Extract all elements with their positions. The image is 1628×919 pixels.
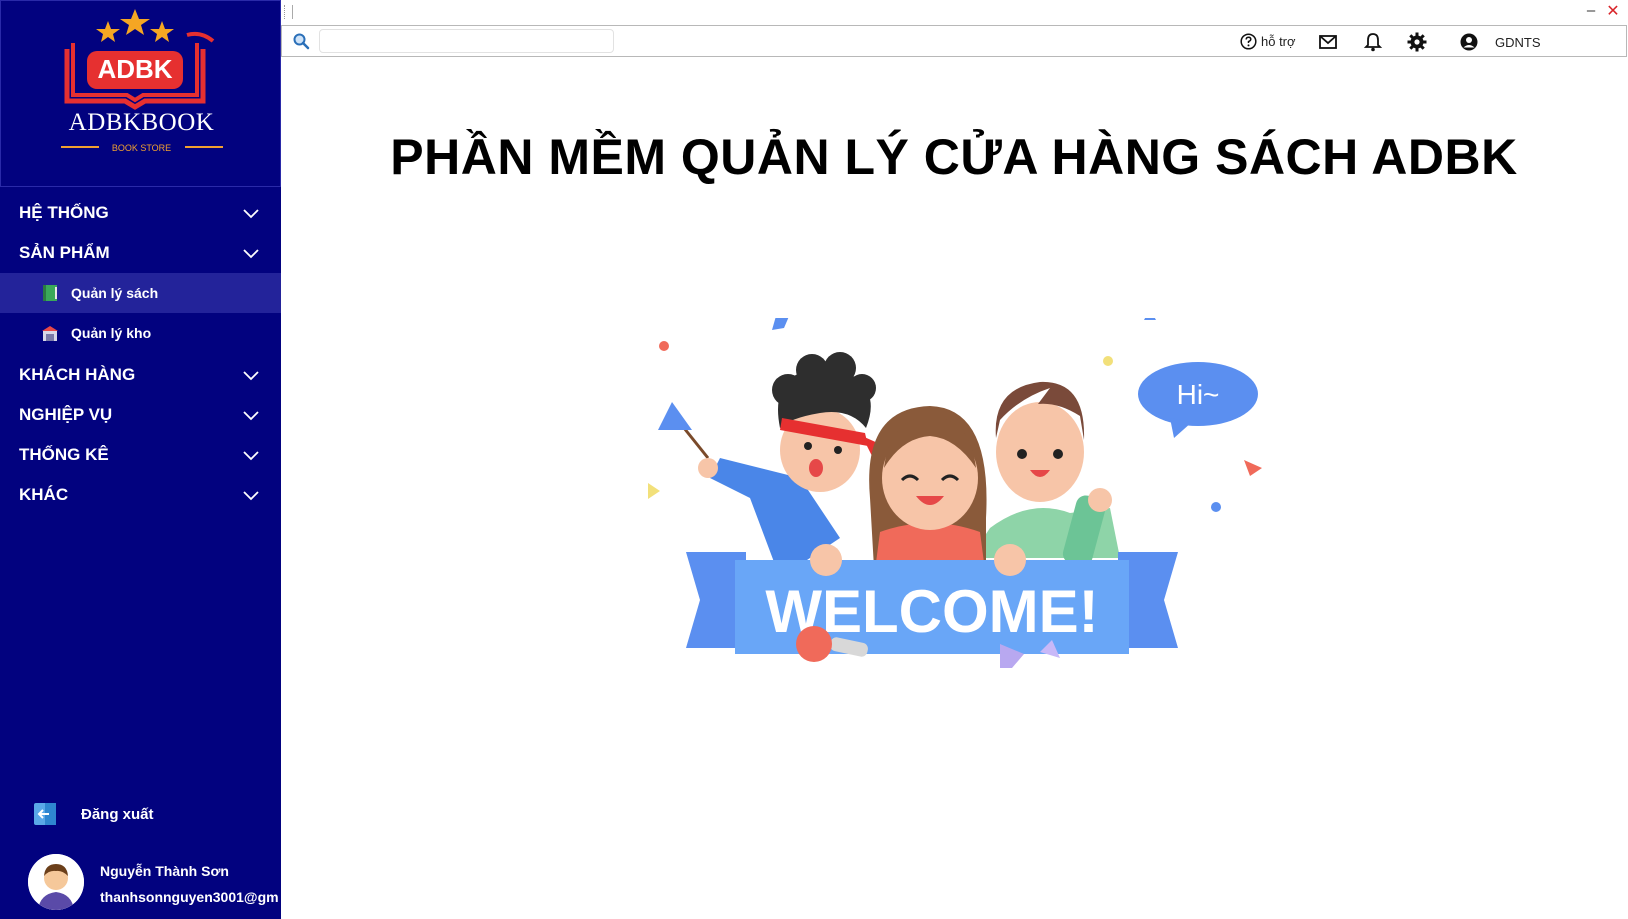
logo-graphic bbox=[64, 9, 215, 110]
submenu-quan-ly-kho[interactable]: Quản lý kho bbox=[0, 313, 281, 353]
welcome-illustration: Hi~ WELCOME! bbox=[648, 318, 1262, 668]
question-circle-icon bbox=[1240, 32, 1257, 50]
user-profile: Nguyễn Thành Sơn thanhsonnguyen3001@gm bbox=[0, 850, 281, 919]
menu-san-pham[interactable]: SẢN PHẨM bbox=[0, 233, 281, 273]
menu-thong-ke[interactable]: THỐNG KÊ bbox=[0, 435, 281, 475]
help-button[interactable]: hỗ trợ bbox=[1240, 30, 1296, 52]
toolbar: hỗ trợ GDNTS bbox=[281, 25, 1627, 57]
chevron-down-icon bbox=[243, 209, 259, 219]
logout-button[interactable]: Đăng xuất bbox=[0, 796, 281, 832]
bubble-text: Hi~ bbox=[1177, 379, 1220, 410]
mail-icon[interactable] bbox=[1317, 31, 1339, 53]
logo-badge-text: ADBK bbox=[97, 54, 173, 84]
chevron-down-icon bbox=[243, 249, 259, 259]
user-avatar-icon bbox=[28, 854, 84, 910]
chevron-down-icon bbox=[243, 491, 259, 501]
gear-icon[interactable] bbox=[1406, 31, 1428, 53]
warehouse-icon bbox=[42, 326, 58, 341]
menu-khac[interactable]: KHÁC bbox=[0, 475, 281, 515]
logo: ADBK ADBKBOOK BOOK STORE bbox=[0, 0, 281, 187]
close-button[interactable]: ✕ bbox=[1605, 1, 1621, 21]
logo-wordmark: ADBKBOOK bbox=[68, 109, 215, 136]
menu-label: KHÁC bbox=[19, 485, 69, 504]
page-title: PHẦN MỀM QUẢN LÝ CỬA HÀNG SÁCH ADBK bbox=[390, 129, 1518, 185]
menu-nghiep-vu[interactable]: NGHIỆP VỤ bbox=[0, 395, 281, 435]
bell-icon[interactable] bbox=[1362, 31, 1384, 53]
menu-label: THỐNG KÊ bbox=[19, 445, 109, 464]
logout-label: Đăng xuất bbox=[81, 805, 154, 823]
menu-label: SẢN PHẨM bbox=[19, 243, 110, 262]
minimize-button[interactable]: – bbox=[1584, 2, 1598, 22]
help-label: hỗ trợ bbox=[1261, 33, 1296, 49]
menu-he-thong[interactable]: HỆ THỐNG bbox=[0, 193, 281, 233]
chevron-down-icon bbox=[243, 371, 259, 381]
logout-icon bbox=[34, 803, 56, 825]
avatar[interactable] bbox=[28, 854, 84, 910]
menu-label: KHÁCH HÀNG bbox=[19, 365, 136, 384]
account-label: GDNTS bbox=[1495, 34, 1541, 50]
menu-khach-hang[interactable]: KHÁCH HÀNG bbox=[0, 355, 281, 395]
user-email: thanhsonnguyen3001@gm bbox=[100, 889, 279, 905]
search-input[interactable] bbox=[319, 29, 614, 53]
submenu-quan-ly-sach[interactable]: Quản lý sách bbox=[0, 273, 281, 313]
sidebar-menu: HỆ THỐNG SẢN PHẨM Quản lý sách Quản lý k… bbox=[0, 193, 281, 515]
submenu-label: Quản lý sách bbox=[71, 285, 159, 301]
account-menu[interactable]: GDNTS bbox=[1459, 31, 1541, 53]
search-icon[interactable] bbox=[292, 32, 310, 50]
menu-label: NGHIỆP VỤ bbox=[19, 405, 113, 424]
submenu-label: Quản lý kho bbox=[71, 325, 152, 341]
chevron-down-icon bbox=[243, 451, 259, 461]
menu-label: HỆ THỐNG bbox=[19, 203, 109, 222]
chevron-down-icon bbox=[243, 411, 259, 421]
user-circle-icon bbox=[1460, 33, 1478, 51]
drag-handle[interactable] bbox=[284, 5, 286, 19]
book-icon bbox=[43, 285, 57, 301]
logo-tagline: BOOK STORE bbox=[111, 143, 172, 153]
divider bbox=[292, 5, 293, 19]
user-name: Nguyễn Thành Sơn bbox=[100, 863, 229, 879]
sidebar: ADBK ADBKBOOK BOOK STORE HỆ THỐNG SẢN PH… bbox=[0, 0, 281, 919]
app-window: ADBK ADBKBOOK BOOK STORE HỆ THỐNG SẢN PH… bbox=[0, 0, 1628, 919]
